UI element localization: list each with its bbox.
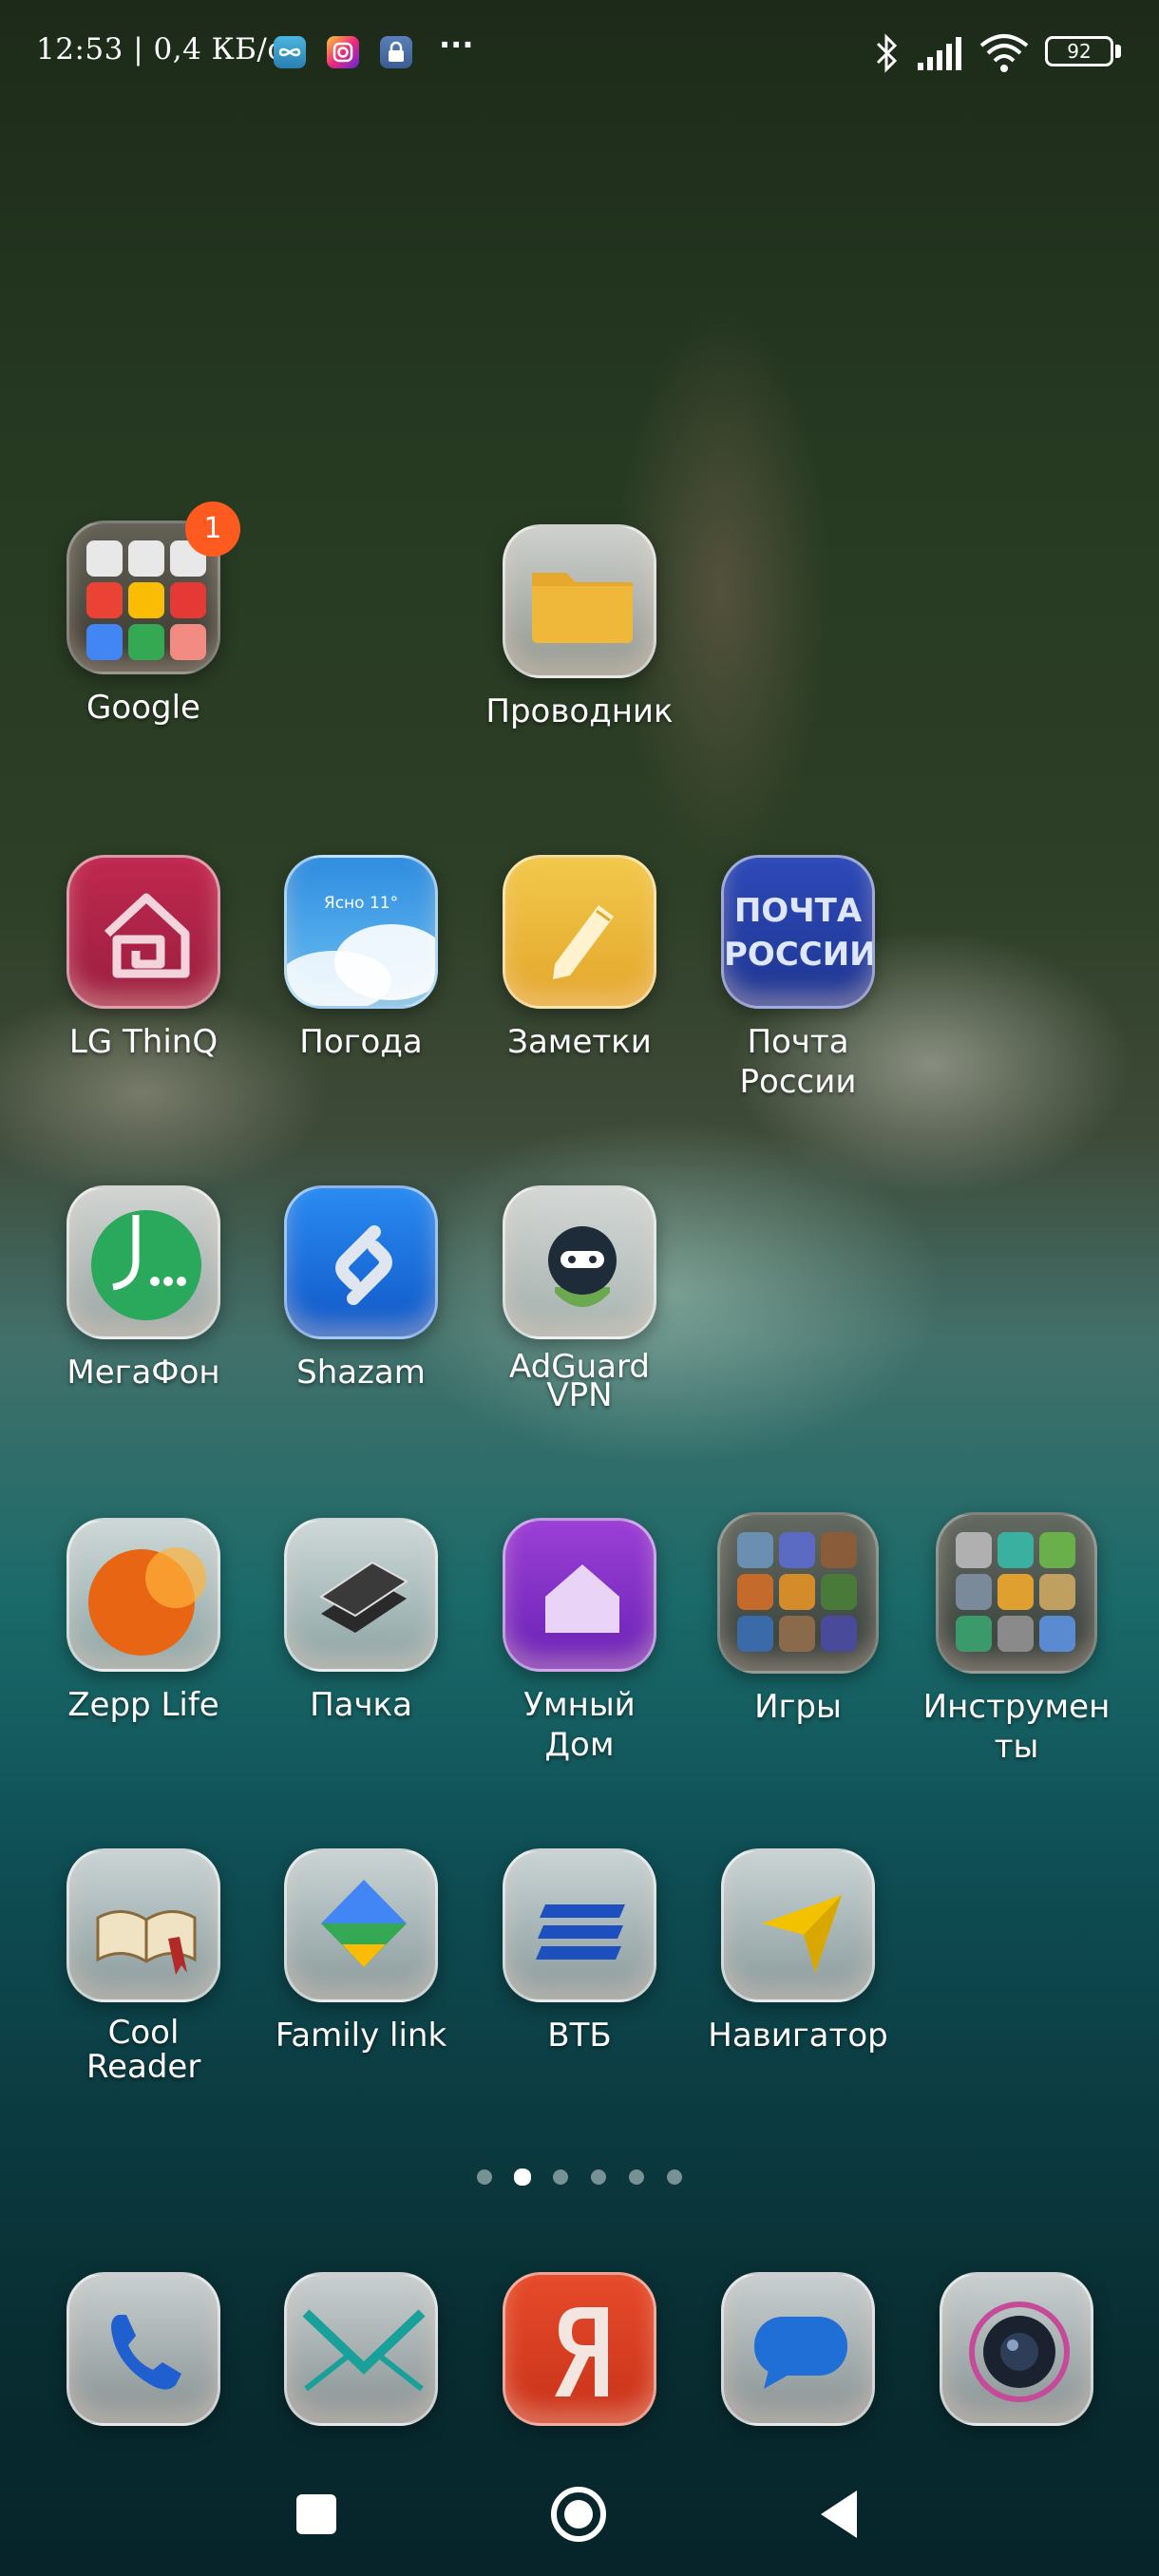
app-cool-reader[interactable]: Cool Reader — [34, 1848, 253, 2084]
dock-messages[interactable] — [689, 2272, 907, 2426]
page-dot[interactable] — [591, 2169, 606, 2185]
dock-phone[interactable] — [34, 2272, 253, 2426]
infinity-app-icon — [274, 36, 306, 68]
smart-home-icon — [503, 1518, 656, 1672]
app-lg-thinq[interactable]: LG ThinQ — [34, 855, 253, 1062]
messages-icon — [721, 2272, 875, 2426]
app-label: Погода — [299, 1023, 423, 1061]
status-bar: 12:53 | 0,4 КБ/с ··· 92 — [0, 0, 1159, 104]
navigation-bar — [0, 2470, 1159, 2576]
app-zepp-life[interactable]: Zepp Life — [34, 1518, 253, 1725]
dock-camera[interactable] — [907, 2272, 1126, 2426]
back-button[interactable] — [817, 2489, 863, 2540]
app-label: Инструмен ты — [922, 1688, 1111, 1766]
camera-icon — [940, 2272, 1093, 2426]
signal-icon — [918, 37, 961, 70]
more-notifications-icon: ··· — [439, 27, 474, 63]
app-label: Умный Дом — [523, 1686, 636, 1764]
pochta-rossii-icon: ПОЧТА РОССИИ — [721, 855, 875, 1009]
yandex-browser-icon — [503, 2272, 656, 2426]
app-games-folder[interactable]: Игры — [689, 1512, 907, 1727]
recents-button[interactable] — [296, 2494, 336, 2534]
app-adguard-vpn[interactable]: AdGuard VPN — [470, 1185, 689, 1414]
app-label: Zepp Life — [67, 1686, 219, 1724]
shazam-icon — [284, 1185, 438, 1339]
app-smart-home[interactable]: Умный Дом — [470, 1518, 689, 1765]
vtb-icon — [503, 1848, 656, 2002]
mail-icon — [284, 2272, 438, 2426]
app-label: Проводник — [485, 692, 674, 730]
page-dot[interactable] — [629, 2169, 644, 2185]
page-dot[interactable] — [667, 2169, 682, 2185]
app-label: Почта России — [739, 1023, 857, 1101]
app-label: Пачка — [310, 1686, 412, 1724]
app-label: AdGuard VPN — [509, 1348, 650, 1414]
notification-badge: 1 — [185, 502, 240, 557]
wifi-icon — [979, 34, 1029, 72]
weather-icon: Ясно 11° — [284, 855, 438, 1009]
home-button[interactable] — [549, 2485, 608, 2544]
pachka-icon — [284, 1518, 438, 1672]
navigator-icon — [721, 1848, 875, 2002]
app-files[interactable]: Проводник — [470, 524, 689, 731]
pochta-icon-text-2: РОССИИ — [724, 936, 875, 974]
page-dot[interactable] — [477, 2169, 492, 2185]
notes-icon — [503, 855, 656, 1009]
cool-reader-icon — [66, 1848, 220, 2002]
app-label: Family link — [275, 2017, 447, 2055]
bluetooth-icon — [876, 33, 898, 73]
games-folder-icon — [717, 1512, 879, 1674]
app-label: Заметки — [507, 1023, 652, 1061]
tools-folder-icon — [936, 1512, 1097, 1674]
app-tools-folder[interactable]: Инструмен ты — [907, 1512, 1126, 1767]
app-label: МегаФон — [66, 1354, 220, 1392]
app-label: LG ThinQ — [68, 1023, 218, 1061]
dock-yandex[interactable] — [470, 2272, 689, 2426]
page-dot[interactable] — [553, 2169, 568, 2185]
instagram-icon — [327, 36, 359, 68]
app-pachka[interactable]: Пачка — [252, 1518, 470, 1725]
page-indicator[interactable] — [0, 2169, 1159, 2192]
app-notes[interactable]: Заметки — [470, 855, 689, 1062]
app-pochta-rossii[interactable]: ПОЧТА РОССИИ Почта России — [689, 855, 907, 1102]
app-label: Игры — [754, 1688, 842, 1726]
app-megafon[interactable]: МегаФон — [34, 1185, 253, 1392]
app-shazam[interactable]: Shazam — [252, 1185, 470, 1392]
folder-icon — [503, 524, 656, 678]
app-label: ВТБ — [547, 2017, 612, 2055]
vpn-lock-icon — [380, 36, 412, 68]
status-time-speed: 12:53 | 0,4 КБ/с — [36, 32, 285, 66]
lg-thinq-icon — [66, 855, 220, 1009]
page-dot-active[interactable] — [514, 2169, 531, 2186]
battery-indicator: 92 — [1045, 36, 1113, 66]
adguard-vpn-icon — [503, 1185, 656, 1339]
zepp-life-icon — [66, 1518, 220, 1672]
megafon-icon — [66, 1185, 220, 1339]
pochta-icon-text-1: ПОЧТА — [733, 892, 863, 930]
dock-mail[interactable] — [252, 2272, 470, 2426]
app-label: Cool Reader — [86, 2014, 201, 2086]
app-vtb[interactable]: ВТБ — [470, 1848, 689, 2055]
app-weather[interactable]: Ясно 11° Погода — [252, 855, 470, 1062]
app-label: Навигатор — [708, 2017, 888, 2055]
battery-cap — [1115, 45, 1121, 58]
family-link-icon — [284, 1848, 438, 2002]
phone-icon — [66, 2272, 220, 2426]
app-navigator[interactable]: Навигатор — [689, 1848, 907, 2055]
app-label: Google — [86, 689, 200, 727]
app-family-link[interactable]: Family link — [252, 1848, 470, 2055]
app-label: Shazam — [296, 1354, 426, 1392]
